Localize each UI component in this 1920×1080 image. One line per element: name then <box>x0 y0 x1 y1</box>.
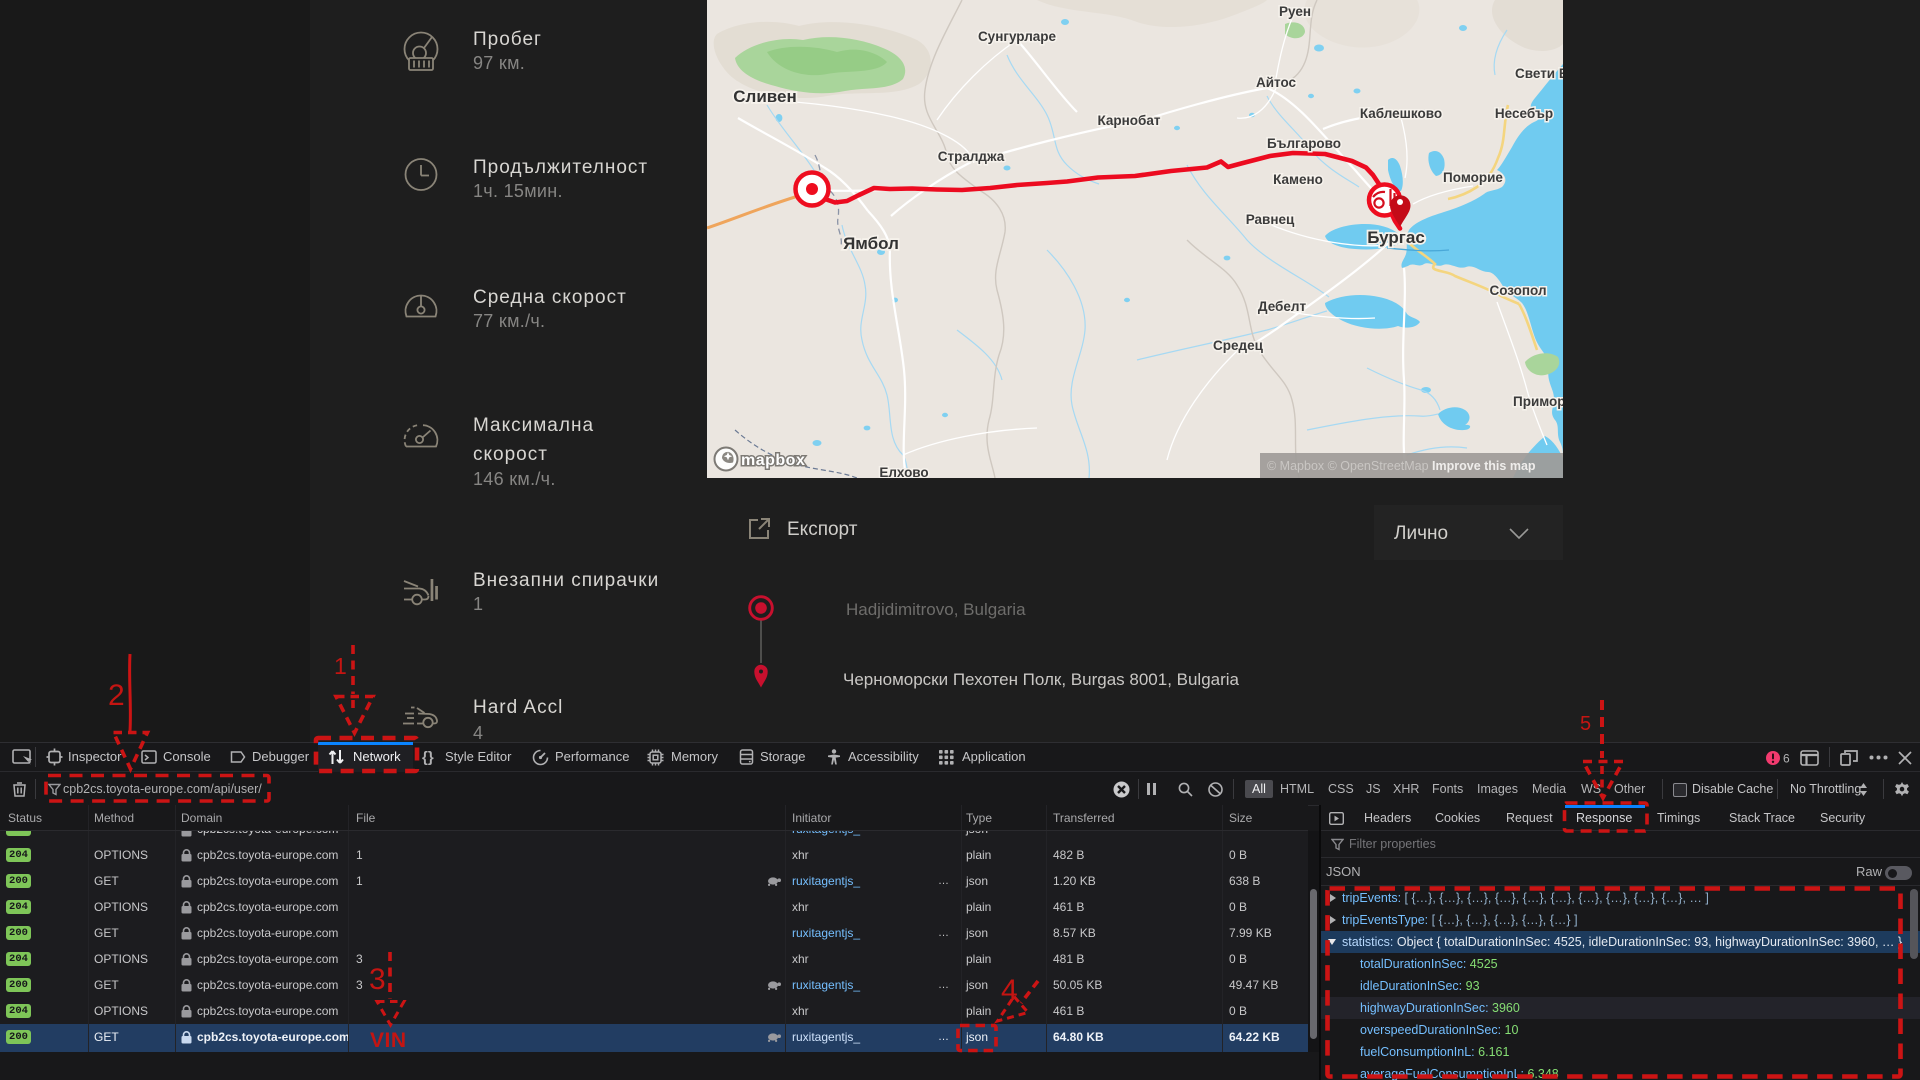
svg-text:1: 1 <box>334 653 347 679</box>
svg-text:{}: {} <box>422 749 434 765</box>
svg-text:Приморск: Приморск <box>1513 394 1563 409</box>
svg-text:Поморие: Поморие <box>1443 170 1503 185</box>
svg-text:6: 6 <box>1783 752 1790 766</box>
svg-text:Равнец: Равнец <box>1246 212 1295 227</box>
svg-text:Бургас: Бургас <box>1367 228 1425 247</box>
svg-text:© Mapbox © OpenStreetMap Impro: © Mapbox © OpenStreetMap Improve this ma… <box>1267 459 1536 473</box>
svg-text:Сунгурларе: Сунгурларе <box>978 29 1057 44</box>
svg-text:mapbox: mapbox <box>741 452 805 469</box>
svg-text:Елхово: Елхово <box>879 465 928 478</box>
svg-text:Сливен: Сливен <box>733 87 796 106</box>
svg-text:Айтос: Айтос <box>1256 75 1297 90</box>
svg-text:Средец: Средец <box>1213 338 1264 353</box>
svg-text:Карнобат: Карнобат <box>1097 113 1160 128</box>
svg-text:Стралджа: Стралджа <box>938 149 1005 164</box>
svg-text:Камено: Камено <box>1273 172 1323 187</box>
svg-text:Созопол: Созопол <box>1489 283 1546 298</box>
svg-text:Българово: Българово <box>1267 136 1341 151</box>
svg-text:Ямбол: Ямбол <box>843 234 899 253</box>
svg-text:Каблешково: Каблешково <box>1360 106 1442 121</box>
svg-text:Дебелт: Дебелт <box>1258 299 1307 314</box>
svg-text:Несебър: Несебър <box>1495 106 1553 121</box>
svg-text:5: 5 <box>1580 713 1591 735</box>
svg-text:Свети Влас: Свети Влас <box>1515 66 1563 81</box>
svg-text:Руен: Руен <box>1279 4 1311 19</box>
